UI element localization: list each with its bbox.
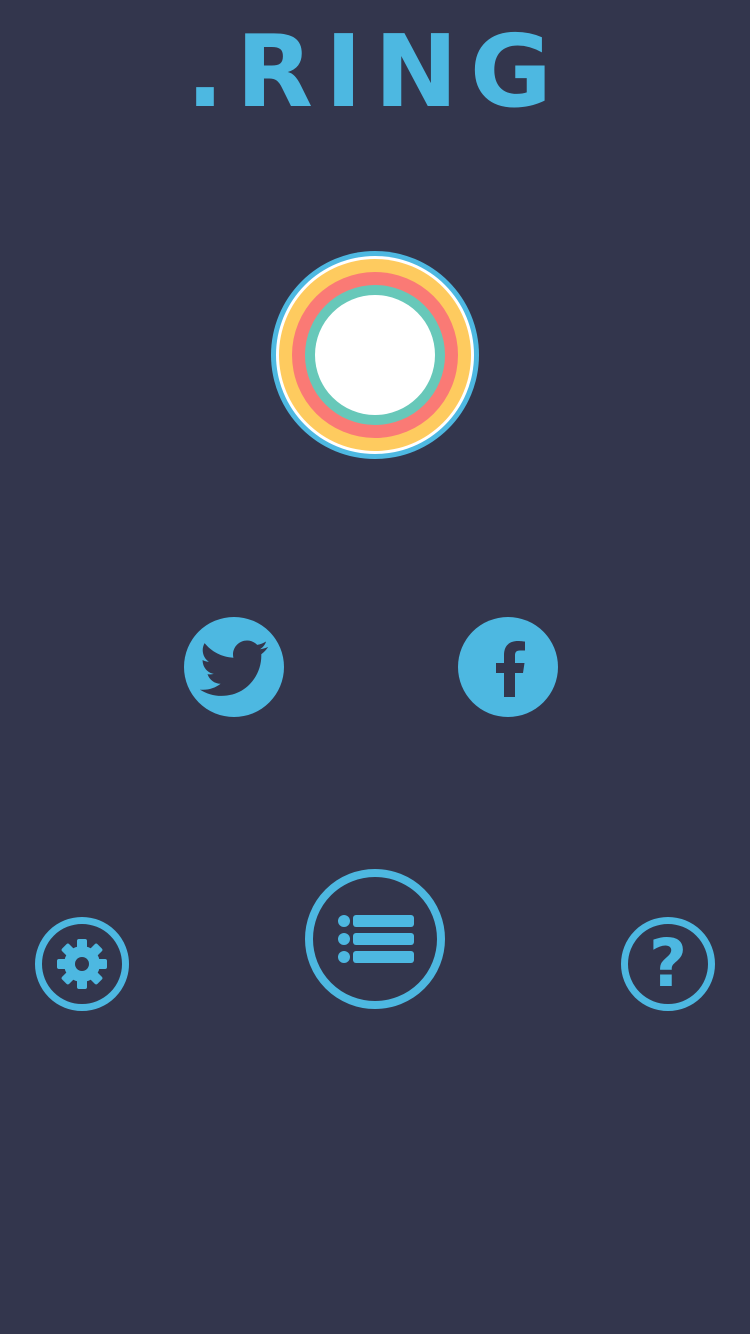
menu-button[interactable] [305, 869, 445, 1009]
list-icon [338, 915, 414, 963]
facebook-button[interactable] [458, 617, 558, 717]
twitter-button[interactable] [184, 617, 284, 717]
ring-logo [271, 251, 479, 459]
twitter-bird-icon [199, 640, 269, 696]
gear-icon [57, 939, 107, 989]
ring-center [315, 295, 435, 415]
facebook-f-icon [496, 641, 525, 697]
question-mark-icon: ? [648, 925, 688, 1002]
help-button[interactable]: ? [621, 917, 715, 1011]
app-title: .RING [186, 13, 564, 130]
settings-button[interactable] [35, 917, 129, 1011]
